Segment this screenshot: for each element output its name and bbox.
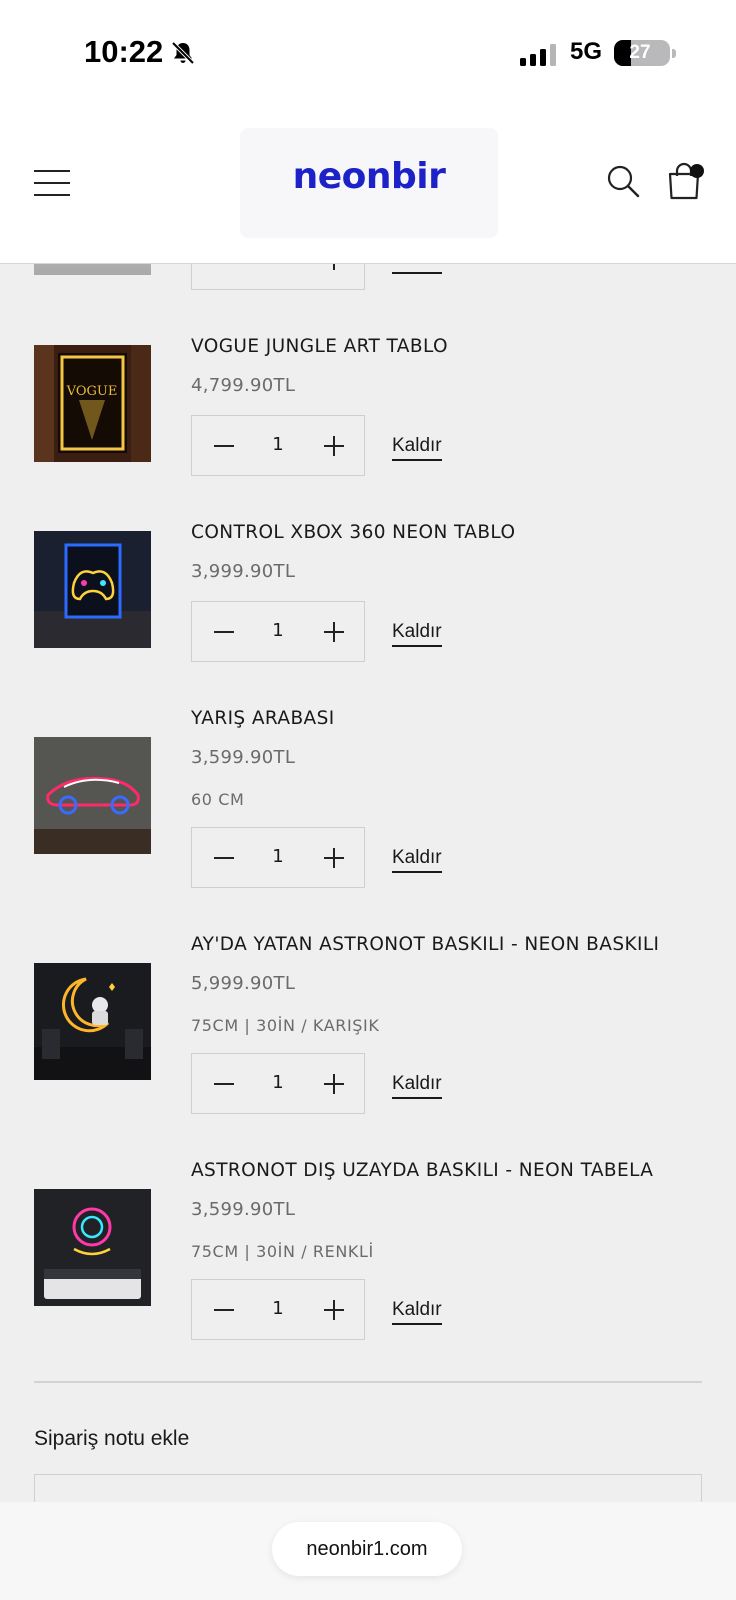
- product-thumbnail[interactable]: [34, 737, 151, 854]
- remove-item-link[interactable]: Kaldır: [392, 1299, 442, 1325]
- search-icon[interactable]: [606, 164, 640, 198]
- product-price: 3,999.90TL: [191, 561, 296, 582]
- clock: 10:22: [84, 34, 164, 69]
- battery-level: 27: [629, 42, 651, 63]
- remove-item-link[interactable]: Kaldır: [392, 1073, 442, 1099]
- decrease-quantity-button[interactable]: [214, 445, 234, 447]
- url-pill[interactable]: neonbir1.com: [272, 1522, 462, 1576]
- svg-text:VOGUE: VOGUE: [66, 384, 118, 399]
- product-variant: 75CM | 30İN / RENKLİ: [191, 1242, 374, 1261]
- quantity-stepper: 1: [191, 415, 365, 476]
- order-note-label: Sipariş notu ekle: [34, 1427, 190, 1450]
- remove-item-link[interactable]: Kaldır: [392, 847, 442, 873]
- quantity-value[interactable]: 1: [252, 434, 304, 455]
- product-title[interactable]: YARIŞ ARABASI: [191, 708, 335, 729]
- product-variant: 75CM | 30İN / KARIŞIK: [191, 1016, 380, 1035]
- product-thumbnail[interactable]: VOGUE: [34, 345, 151, 462]
- product-price: 3,599.90TL: [191, 1199, 296, 1220]
- product-title[interactable]: CONTROL XBOX 360 NEON TABLO: [191, 522, 515, 543]
- network-type: 5G: [570, 38, 603, 65]
- product-thumbnail[interactable]: [34, 531, 151, 648]
- product-price: 3,599.90TL: [191, 747, 296, 768]
- hamburger-menu-icon[interactable]: [34, 170, 70, 196]
- status-bar: 10:22 5G 27: [0, 0, 736, 112]
- increase-quantity-button[interactable]: [324, 1300, 344, 1320]
- decrease-quantity-button[interactable]: [214, 1083, 234, 1085]
- bell-muted-icon: [171, 41, 195, 65]
- product-title[interactable]: AY'DA YATAN ASTRONOT BASKILI - NEON BASK…: [191, 934, 659, 955]
- product-thumbnail[interactable]: [34, 1189, 151, 1306]
- remove-item-link[interactable]: Kaldır: [392, 621, 442, 647]
- quantity-value[interactable]: 1: [252, 846, 304, 867]
- decrease-quantity-button[interactable]: [214, 1309, 234, 1311]
- increase-quantity-button[interactable]: [324, 622, 344, 642]
- url-text: neonbir1.com: [306, 1538, 428, 1560]
- quantity-value[interactable]: 1: [252, 1072, 304, 1093]
- product-title[interactable]: VOGUE JUNGLE ART TABLO: [191, 336, 448, 357]
- divider: [34, 1381, 702, 1383]
- battery-icon: 27: [614, 40, 676, 66]
- product-price: 4,799.90TL: [191, 375, 296, 396]
- increase-quantity-button[interactable]: [324, 1074, 344, 1094]
- quantity-value[interactable]: 1: [252, 1298, 304, 1319]
- quantity-value[interactable]: 1: [252, 620, 304, 641]
- quantity-stepper: 1: [191, 1279, 365, 1340]
- quantity-stepper: 1: [191, 1053, 365, 1114]
- cart-indicator-dot: [690, 164, 704, 178]
- quantity-stepper: 1: [191, 601, 365, 662]
- browser-address-bar: neonbir1.com: [0, 1502, 736, 1600]
- store-header: neonbir: [0, 112, 736, 264]
- logo-link[interactable]: neonbir: [240, 128, 498, 238]
- product-variant: 60 CM: [191, 790, 245, 809]
- decrease-quantity-button[interactable]: [214, 857, 234, 859]
- remove-item-link[interactable]: Kaldır: [392, 435, 442, 461]
- signal-icon: [520, 44, 556, 66]
- quantity-stepper: 1: [191, 827, 365, 888]
- product-price: 5,999.90TL: [191, 973, 296, 994]
- increase-quantity-button[interactable]: [324, 848, 344, 868]
- product-thumbnail[interactable]: [34, 963, 151, 1080]
- decrease-quantity-button[interactable]: [214, 631, 234, 633]
- product-title[interactable]: ASTRONOT DIŞ UZAYDA BASKILI - NEON TABEL…: [191, 1160, 653, 1181]
- increase-quantity-button[interactable]: [324, 436, 344, 456]
- store-logo: neonbir: [292, 156, 446, 197]
